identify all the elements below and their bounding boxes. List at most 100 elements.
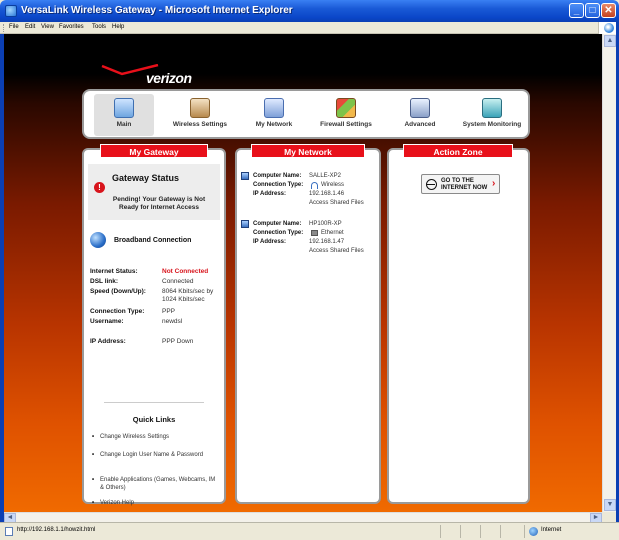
warning-icon: !	[94, 182, 105, 193]
my-network-panel: My Network Computer Name: SALLE-XP2 Conn…	[235, 144, 381, 504]
globe-icon	[426, 179, 437, 190]
action-zone-header: Action Zone	[403, 144, 513, 158]
nav-system-monitoring[interactable]: System Monitoring	[462, 94, 522, 136]
gateway-status-title: Gateway Status	[112, 173, 180, 183]
nav-wireless-settings-label: Wireless Settings	[172, 121, 228, 128]
scroll-down-button[interactable]: ▼	[604, 499, 616, 511]
menu-file[interactable]: File	[9, 24, 19, 30]
system-monitoring-icon	[482, 98, 502, 118]
firewall-settings-icon	[336, 98, 356, 118]
quick-links-divider	[104, 402, 204, 403]
scroll-up-button[interactable]: ▲	[604, 35, 616, 47]
connection-type-value: Ethernet	[321, 230, 344, 236]
ip-address-value: PPP Down	[162, 338, 194, 345]
status-separator	[500, 525, 501, 538]
ip-address-value: 192.168.1.47	[309, 239, 345, 245]
minimize-button[interactable]: _	[569, 3, 584, 18]
status-separator	[460, 525, 461, 538]
chevron-right-icon: ›	[492, 178, 496, 189]
speed-value-up: 1024 Kbits/sec	[162, 296, 205, 303]
connection-type-value: PPP	[162, 308, 176, 315]
window-titlebar: VersaLink Wireless Gateway - Microsoft I…	[0, 0, 619, 22]
computer-entry: Computer Name: SALLE-XP2 Connection Type…	[241, 172, 381, 212]
dsl-link-value: Connected	[162, 278, 194, 285]
nav-wireless-settings[interactable]: Wireless Settings	[170, 94, 230, 136]
nav-main[interactable]: Main	[94, 94, 154, 136]
close-button[interactable]: ✕	[601, 3, 616, 18]
quick-link-verizon-help[interactable]: Verizon Help	[92, 499, 218, 507]
computer-name-value: HP100R-XP	[309, 221, 342, 227]
ip-address-label: IP Address:	[90, 338, 126, 345]
my-network-icon	[264, 98, 284, 118]
ip-address-label: IP Address:	[253, 191, 287, 197]
dsl-link-label: DSL link:	[90, 278, 119, 285]
connection-type-label: Connection Type:	[90, 308, 145, 315]
quick-links-title: Quick Links	[132, 415, 176, 424]
computer-name-value: SALLE-XP2	[309, 173, 342, 179]
computer-icon	[241, 172, 249, 180]
internet-status-label: Internet Status:	[90, 268, 138, 275]
page-viewport: verizon Main Wireless Settings My Networ…	[4, 34, 602, 512]
gateway-status-box: ! Gateway Status Pending! Your Gateway i…	[88, 164, 220, 220]
status-separator	[524, 525, 525, 538]
security-zone: Internet	[541, 527, 562, 533]
action-zone-panel: Action Zone GO TO THE INTERNET NOW ›	[387, 144, 530, 504]
quick-link-wireless-settings[interactable]: Change Wireless Settings	[92, 433, 218, 441]
username-label: Username:	[90, 318, 124, 325]
window-title: VersaLink Wireless Gateway - Microsoft I…	[21, 5, 293, 16]
internet-status-value: Not Connected	[162, 268, 209, 275]
computer-icon	[241, 220, 249, 228]
scrollbar-corner	[602, 512, 616, 522]
menu-bar: File Edit View Favorites Tools Help	[0, 22, 619, 34]
computer-name-label: Computer Name:	[253, 221, 302, 227]
computer-name-label: Computer Name:	[253, 173, 302, 179]
nav-advanced[interactable]: Advanced	[390, 94, 450, 136]
ip-address-value: 192.168.1.46	[309, 191, 345, 197]
gateway-status-message: Pending! Your Gateway is Not Ready for I…	[112, 196, 206, 211]
broadband-connection-title: Broadband Connection	[114, 237, 192, 244]
my-network-header: My Network	[251, 144, 365, 158]
menu-edit[interactable]: Edit	[25, 24, 35, 30]
nav-firewall-settings[interactable]: Firewall Settings	[316, 94, 376, 136]
menu-favorites[interactable]: Favorites	[59, 24, 84, 30]
quick-link-change-login[interactable]: Change Login User Name & Password	[92, 451, 218, 459]
go-to-internet-label: GO TO THE INTERNET NOW	[441, 178, 488, 191]
ie-app-icon[interactable]	[5, 5, 17, 17]
page-icon	[5, 527, 13, 536]
main-icon	[114, 98, 134, 118]
status-url: http://192.168.1.1/howzit.html	[17, 527, 96, 533]
advanced-icon	[410, 98, 430, 118]
menu-view[interactable]: View	[41, 24, 54, 30]
my-gateway-header: My Gateway	[100, 144, 208, 158]
vertical-scrollbar[interactable]: ▲ ▼	[602, 34, 616, 512]
maximize-button[interactable]: □	[585, 3, 600, 18]
verizon-logo[interactable]: verizon	[100, 64, 210, 90]
menu-tools[interactable]: Tools	[92, 24, 106, 30]
ip-address-label: IP Address:	[253, 239, 287, 245]
ethernet-icon	[311, 230, 318, 236]
my-gateway-panel: My Gateway ! Gateway Status Pending! You…	[82, 144, 226, 507]
connection-type-label: Connection Type:	[253, 230, 304, 236]
wireless-settings-icon	[190, 98, 210, 118]
quick-link-enable-applications[interactable]: Enable Applications (Games, Webcams, IM …	[92, 476, 218, 492]
status-separator	[480, 525, 481, 538]
connection-type-value: Wireless	[321, 182, 345, 188]
nav-my-network[interactable]: My Network	[244, 94, 304, 136]
wireless-icon	[311, 182, 318, 189]
go-to-internet-button[interactable]: GO TO THE INTERNET NOW ›	[421, 174, 500, 194]
access-shared-files-link[interactable]: Access Shared Files	[309, 247, 364, 256]
nav-main-label: Main	[116, 121, 132, 128]
nav-advanced-label: Advanced	[404, 121, 436, 128]
nav-system-monitoring-label: System Monitoring	[462, 121, 522, 128]
connection-type-label: Connection Type:	[253, 182, 304, 188]
nav-firewall-settings-label: Firewall Settings	[320, 121, 372, 128]
internet-zone-icon	[529, 527, 538, 536]
username-value: newdsl	[162, 318, 183, 325]
horizontal-scrollbar[interactable]: ◄ ►	[4, 512, 602, 523]
access-shared-files-link[interactable]: Access Shared Files	[309, 199, 364, 208]
menu-help[interactable]: Help	[112, 24, 124, 30]
broadband-globe-icon	[90, 232, 106, 248]
menu-grip	[3, 24, 5, 32]
status-bar: http://192.168.1.1/howzit.html Internet	[0, 522, 619, 540]
speed-label: Speed (Down/Up):	[90, 288, 146, 295]
